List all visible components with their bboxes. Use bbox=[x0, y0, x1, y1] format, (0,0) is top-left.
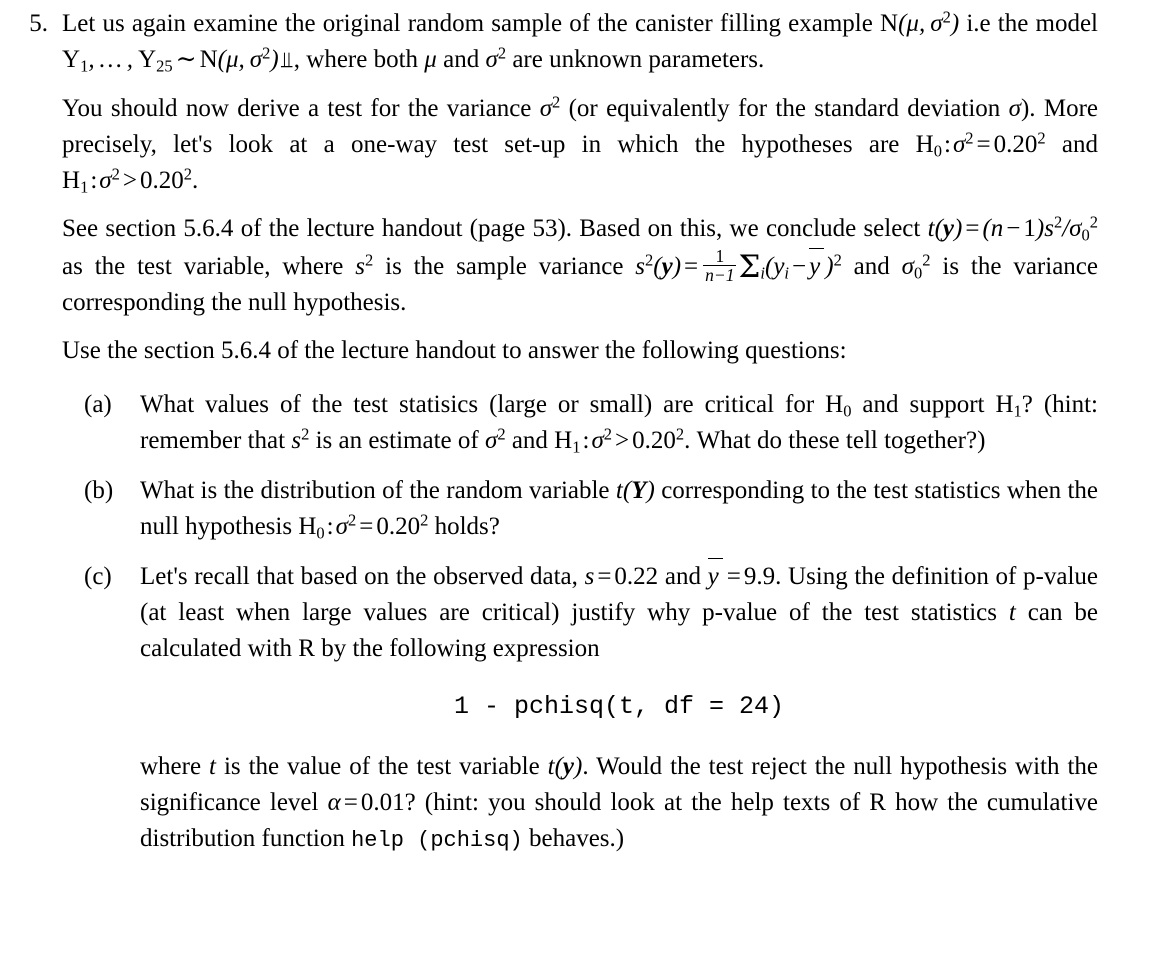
a-text-2: and support bbox=[851, 391, 996, 419]
math-sample-variance-formula: s2(y) = 1 n−1 Σi(yi − y )2 bbox=[635, 246, 842, 286]
a-text-6: . What do these tell together?) bbox=[684, 427, 986, 455]
math-ybar-value: y = 9.9 bbox=[707, 557, 775, 590]
p4-text-2: of the lecture handout to answer the fol… bbox=[270, 337, 847, 365]
math-sigma-squared-a: σ2 bbox=[484, 424, 506, 455]
sub-question-b: (b) What is the distribution of the rand… bbox=[84, 473, 1098, 545]
p4-text-1: Use the section bbox=[62, 337, 221, 365]
p2-text-1: You should now derive a test for the var… bbox=[62, 95, 540, 122]
math-alpha-value: α = 0.01 bbox=[327, 789, 405, 817]
problem-number: 5. bbox=[29, 10, 48, 37]
c-after-2: is the value of the test variable bbox=[216, 753, 548, 781]
problem-body: Let us again examine the original random… bbox=[62, 6, 1098, 859]
math-normal-model-1: N(μ, σ2) bbox=[880, 7, 960, 37]
derive-test-paragraph: You should now derive a test for the var… bbox=[62, 91, 1098, 199]
problem-5: 5. Let us again examine the original ran… bbox=[0, 6, 1168, 859]
b-text-3: holds? bbox=[428, 513, 500, 541]
p2-text-4: and bbox=[1045, 131, 1098, 158]
p3-text-4: and bbox=[841, 253, 902, 281]
math-t-after: t bbox=[209, 753, 216, 781]
sub-question-list: (a) What values of the test statisics (l… bbox=[84, 387, 1098, 859]
math-null-hypothesis-b: H0:σ2 = 0.202 bbox=[298, 510, 429, 543]
c-text-2: and bbox=[658, 563, 708, 591]
math-s-value: s = 0.22 bbox=[584, 563, 659, 591]
p4-section-ref: 5.6.4 bbox=[220, 337, 271, 365]
math-sigma-squared-1: σ2 bbox=[485, 43, 507, 73]
c-after-paragraph: where t is the value of the test variabl… bbox=[140, 749, 1098, 859]
r-code-expression: 1 - pchisq(t, df = 24) bbox=[453, 692, 785, 722]
intro-text-5: are unknown parameters. bbox=[506, 46, 765, 73]
c-text-1: Let's recall that based on the observed … bbox=[140, 563, 585, 591]
a-text-4: is an estimate of bbox=[309, 427, 485, 455]
math-s-squared-a: s2 bbox=[291, 424, 310, 455]
sub-question-b-body: What is the distribution of the random v… bbox=[140, 473, 1098, 545]
p2-text-2: (or equivalently for the standard deviat… bbox=[560, 95, 1009, 122]
p3-text-3: is the sample variance bbox=[373, 253, 636, 281]
intro-text-2: i.e the model bbox=[959, 10, 1099, 37]
sub-question-a-label: (a) bbox=[84, 391, 112, 419]
math-t-c: t bbox=[1008, 599, 1016, 627]
p3-text-2: as the test variable, where bbox=[62, 253, 356, 281]
sub-question-c: (c) Let's recall that based on the obser… bbox=[84, 557, 1098, 859]
sub-question-a: (a) What values of the test statisics (l… bbox=[84, 387, 1098, 459]
p2-text-5: . bbox=[191, 167, 199, 194]
b-text-1: What is the distribution of the random v… bbox=[140, 477, 616, 505]
p3-text-1: See section 5.6.4 of the lecture handout… bbox=[62, 215, 928, 242]
math-sigma-zero-squared: σ02 bbox=[901, 250, 931, 283]
math-sample-model: Y1, … , Y25 ∼ N(μ, σ2)⫫ bbox=[62, 43, 293, 76]
sub-question-b-label: (b) bbox=[84, 477, 114, 505]
c-after-5: behaves.) bbox=[522, 825, 625, 853]
sub-question-c-label: (c) bbox=[84, 563, 112, 591]
test-variable-paragraph: See section 5.6.4 of the lecture handout… bbox=[62, 211, 1098, 321]
math-h0-a: H0 bbox=[825, 391, 852, 421]
math-test-variable: t(y) = (n −1)s2/σ02 bbox=[927, 212, 1098, 245]
math-sigma-squared-2: σ2 bbox=[539, 92, 561, 122]
math-sigma: σ bbox=[1008, 95, 1021, 122]
intro-paragraph: Let us again examine the original random… bbox=[62, 6, 1098, 79]
help-pchisq-code: help (pchisq) bbox=[351, 828, 523, 854]
c-after-1: where bbox=[140, 753, 210, 781]
math-t-of-y-after: t(y) bbox=[547, 753, 583, 781]
document-page: 5. Let us again examine the original ran… bbox=[0, 0, 1168, 980]
math-alt-hypothesis-1: H1:σ2 >0.202 bbox=[62, 164, 192, 197]
math-h1-a: H1 bbox=[995, 391, 1022, 421]
instruction-paragraph: Use the section 5.6.4 of the lecture han… bbox=[62, 333, 1098, 369]
math-t-of-Y: t(Y) bbox=[615, 477, 655, 505]
math-null-hypothesis-1: H0:σ2 = 0.202 bbox=[915, 128, 1046, 161]
sub-question-c-body: Let's recall that based on the observed … bbox=[140, 557, 1098, 859]
a-text-1: What values of the test statisics (large… bbox=[140, 391, 826, 419]
math-mu: μ bbox=[424, 46, 437, 73]
a-text-5: and bbox=[505, 427, 555, 455]
intro-text-3: , where both bbox=[293, 46, 425, 73]
math-alt-hypothesis-a: H1:σ2 >0.202 bbox=[554, 424, 685, 457]
sub-question-a-body: What values of the test statisics (large… bbox=[140, 387, 1098, 459]
intro-text-4: and bbox=[436, 46, 486, 73]
math-s-squared-1: s2 bbox=[355, 250, 374, 281]
intro-text-1: Let us again examine the original random… bbox=[62, 10, 881, 37]
